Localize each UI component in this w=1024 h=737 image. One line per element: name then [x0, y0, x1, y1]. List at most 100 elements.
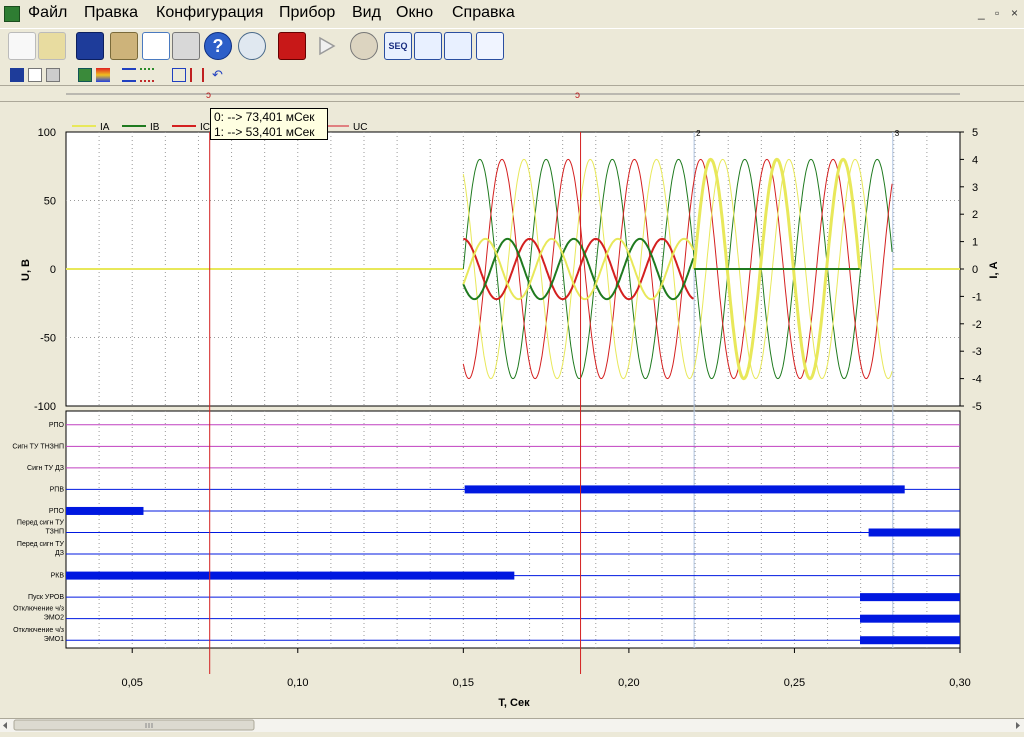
- y-tick-right: 5: [972, 127, 978, 139]
- close-button[interactable]: ×: [1011, 6, 1018, 20]
- discrete-label: ДЗ: [55, 550, 64, 557]
- y-tick-left: -100: [34, 401, 56, 413]
- y-tick-right: -1: [972, 291, 982, 303]
- grid-icon[interactable]: [476, 32, 504, 60]
- marker-label: 3: [895, 129, 900, 138]
- y-tick-left: -50: [40, 333, 56, 345]
- discrete-bar: [464, 485, 905, 494]
- print-small-icon[interactable]: [46, 68, 60, 82]
- discrete-label: Отключение ч/з: [13, 627, 64, 634]
- oscillogram-chart[interactable]: РПО Сигн ТУ ТНЗНП Сигн ТУ ДЗ РПВ РПО Перед си…: [0, 102, 1024, 719]
- discrete-label: Сигн ТУ ДЗ: [27, 465, 64, 472]
- menu-edit[interactable]: Правка: [84, 4, 138, 22]
- lines-icon[interactable]: [122, 68, 136, 82]
- ruler-cursor-1[interactable]: ɔ: [575, 90, 580, 101]
- fit-icon[interactable]: [172, 68, 186, 82]
- app-icon: [4, 6, 20, 22]
- discrete-bar: [66, 571, 515, 580]
- analyze-icon[interactable]: [350, 32, 378, 60]
- y-tick-left: 0: [50, 264, 56, 276]
- preview-icon[interactable]: [142, 32, 170, 60]
- export-icon[interactable]: [78, 68, 92, 82]
- minimize-button[interactable]: _: [978, 6, 985, 20]
- cursor-tooltip: 0: --> 73,401 мСек 1: --> 53,401 мСек: [210, 108, 328, 140]
- legend-label: UC: [353, 122, 367, 133]
- discrete-label: РПВ: [50, 486, 65, 493]
- menu-help[interactable]: Справка: [452, 4, 515, 22]
- y-tick-right: 0: [972, 264, 978, 276]
- discrete-label: РПО: [49, 508, 65, 515]
- tooltip-line-0: 0: --> 73,401 мСек: [214, 110, 315, 124]
- waves-icon[interactable]: [140, 68, 154, 82]
- scroll-left-icon[interactable]: [3, 722, 7, 729]
- y-axis-left-label: U, В: [20, 259, 32, 281]
- scroll-thumb[interactable]: [13, 719, 255, 731]
- x-tick: 0,25: [784, 677, 805, 689]
- print-icon[interactable]: [172, 32, 200, 60]
- oscillogram-view[interactable]: РПО Сигн ТУ ТНЗНП Сигн ТУ ДЗ РПВ РПО Перед си…: [0, 101, 1024, 719]
- x-tick: 0,10: [287, 677, 308, 689]
- y-tick-right: 2: [972, 209, 978, 221]
- discrete-bar: [868, 528, 960, 537]
- legend-label: IC: [200, 122, 210, 133]
- menu-config[interactable]: Конфигурация: [156, 4, 263, 22]
- y-tick-left: 50: [44, 196, 56, 208]
- discrete-label: Перед сигн ТУ: [17, 541, 65, 548]
- play-icon[interactable]: [312, 32, 340, 60]
- secondary-toolbar: ↶: [0, 65, 1024, 86]
- y-tick-left: 100: [38, 127, 56, 139]
- open-icon[interactable]: [38, 32, 66, 60]
- y-tick-right: -3: [972, 346, 982, 358]
- help-icon[interactable]: ?: [204, 32, 232, 60]
- discrete-bar: [860, 636, 960, 645]
- marker-label: 2: [696, 129, 701, 138]
- color-icon[interactable]: [96, 68, 110, 82]
- tooltip-line-1: 1: --> 53,401 мСек: [214, 125, 315, 139]
- legend-label: IA: [100, 122, 110, 133]
- y-tick-right: -2: [972, 319, 982, 331]
- seq-icon[interactable]: SEQ: [384, 32, 412, 60]
- ruler-cursor-0[interactable]: ɔ: [206, 90, 211, 101]
- discrete-label: Перед сигн ТУ: [17, 520, 65, 527]
- time-ruler[interactable]: ɔ ɔ: [0, 86, 1024, 101]
- discrete-label: РПО: [49, 422, 65, 429]
- discrete-label: ЭМО2: [44, 615, 64, 622]
- y-tick-right: -5: [972, 401, 982, 413]
- scroll-right-icon[interactable]: [1016, 722, 1020, 729]
- save-icon[interactable]: [76, 32, 104, 60]
- chart-icon[interactable]: [414, 32, 442, 60]
- new-icon[interactable]: [8, 32, 36, 60]
- x-tick: 0,20: [618, 677, 639, 689]
- discrete-label: ЭМО1: [44, 636, 64, 643]
- menu-bar: Файл Правка Конфигурация Прибор Вид Окно…: [0, 0, 1024, 28]
- menu-device[interactable]: Прибор: [279, 4, 335, 22]
- zoom-icon[interactable]: [238, 32, 266, 60]
- discrete-label: Сигн ТУ ТНЗНП: [12, 443, 64, 450]
- save-small-icon[interactable]: [10, 68, 24, 82]
- y-tick-right: 4: [972, 154, 978, 166]
- y-tick-right: -4: [972, 374, 982, 386]
- undo-icon[interactable]: ↶: [212, 68, 226, 82]
- discrete-bar: [860, 614, 960, 623]
- x-axis-label: T, Сек: [498, 697, 530, 709]
- y-tick-right: 3: [972, 182, 978, 194]
- x-tick: 0,05: [122, 677, 143, 689]
- copy-icon[interactable]: [28, 68, 42, 82]
- menu-window[interactable]: Окно: [396, 4, 433, 22]
- discrete-label: Отключение ч/з: [13, 606, 64, 613]
- zoom-h-icon[interactable]: [190, 68, 204, 82]
- properties-icon[interactable]: [110, 32, 138, 60]
- y-axis-right-label: I, А: [988, 261, 1000, 278]
- discrete-label: ТЗНП: [45, 529, 64, 536]
- y-tick-right: 1: [972, 237, 978, 249]
- table-icon[interactable]: [444, 32, 472, 60]
- discrete-bar: [860, 593, 960, 602]
- horizontal-scrollbar[interactable]: [0, 718, 1024, 732]
- menu-view[interactable]: Вид: [352, 4, 381, 22]
- main-toolbar: ? SEQ: [0, 28, 1024, 66]
- record-icon[interactable]: [278, 32, 306, 60]
- x-tick: 0,15: [453, 677, 474, 689]
- legend-label: IB: [150, 122, 160, 133]
- menu-file[interactable]: Файл: [28, 4, 67, 22]
- restore-button[interactable]: ▫: [995, 6, 999, 20]
